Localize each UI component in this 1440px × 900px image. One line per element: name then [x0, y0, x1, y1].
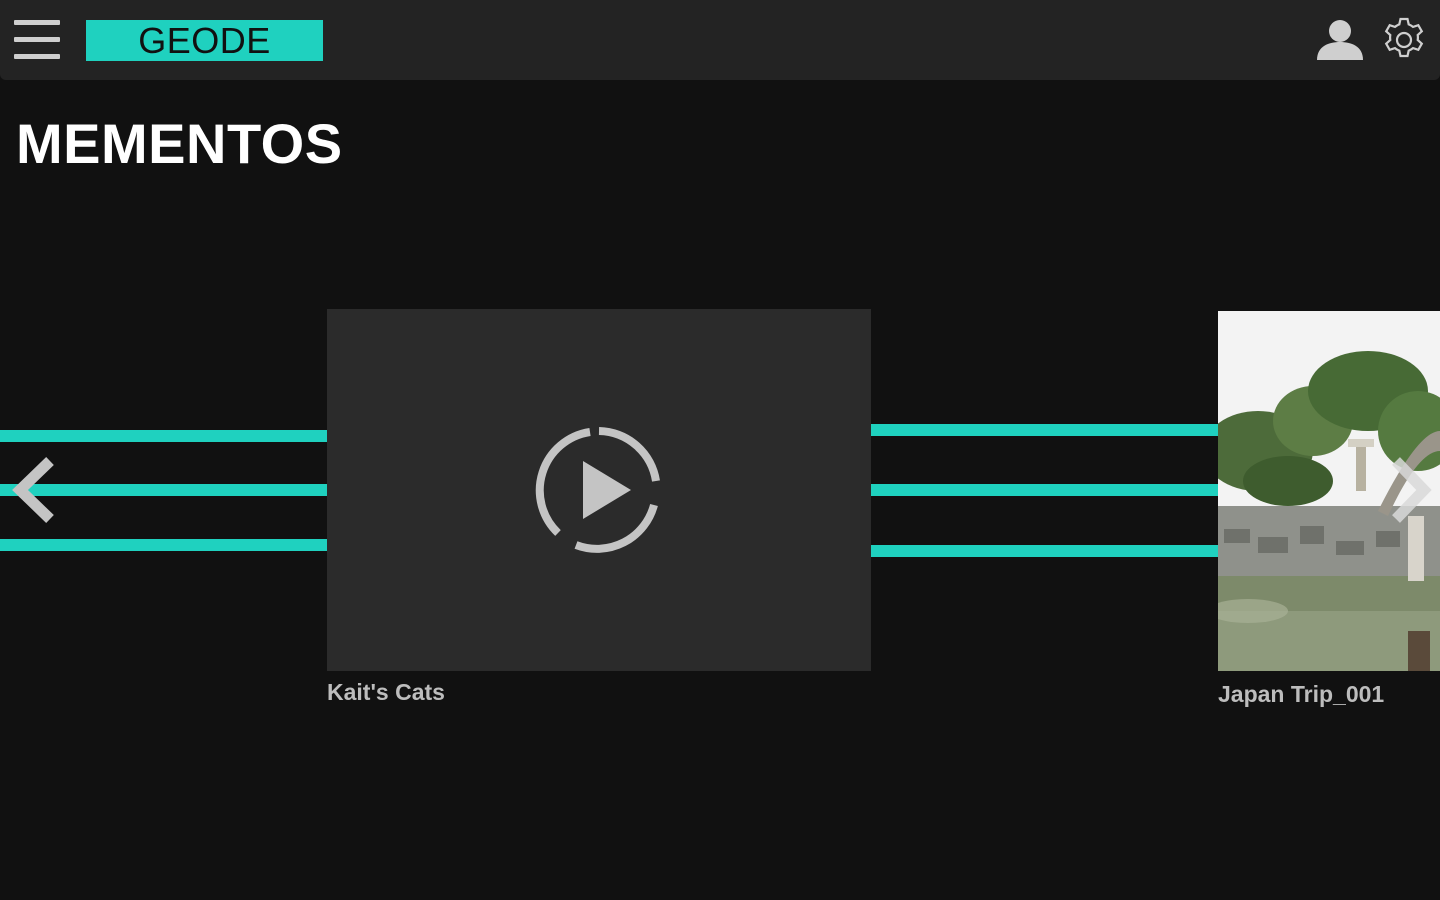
user-profile-icon[interactable] — [1315, 18, 1365, 62]
timeline-stripe — [871, 424, 1218, 436]
page-title: MEMENTOS — [16, 112, 343, 175]
card-title: Kait's Cats — [327, 679, 445, 705]
timeline-stripe — [871, 545, 1218, 557]
memento-card[interactable]: Kait's Cats — [327, 309, 871, 709]
chevron-right-icon[interactable] — [1376, 455, 1436, 525]
timeline-stripe — [0, 430, 327, 442]
app-logo[interactable]: GEODE — [86, 20, 323, 61]
card-title: Japan Trip_001 — [1218, 681, 1385, 707]
video-thumbnail[interactable] — [327, 309, 871, 671]
hamburger-menu-icon[interactable] — [14, 20, 60, 60]
chevron-left-icon[interactable] — [6, 455, 66, 525]
play-circle-icon[interactable] — [534, 425, 664, 555]
top-bar: GEODE — [0, 0, 1440, 80]
timeline-stripe — [871, 484, 1218, 496]
timeline-stripe — [0, 539, 327, 551]
gear-icon[interactable] — [1380, 16, 1428, 64]
